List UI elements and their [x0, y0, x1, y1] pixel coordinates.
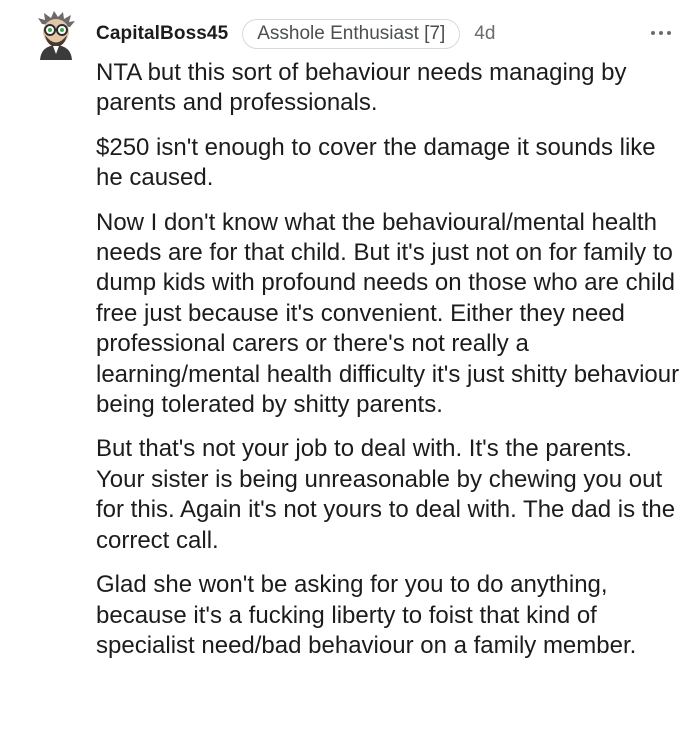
comment-body: NTA but this sort of behaviour needs man… — [96, 58, 686, 675]
avatar[interactable] — [32, 10, 80, 60]
more-options-icon — [659, 31, 663, 35]
comment-paragraph: Now I don't know what the behavioural/me… — [96, 208, 680, 419]
comment-paragraph: Glad she won't be asking for you to do a… — [96, 571, 637, 659]
comment-paragraph: $250 isn't enough to cover the damage it… — [96, 133, 656, 192]
comment-paragraph: But that's not your job to deal with. It… — [96, 435, 676, 554]
more-options-button[interactable] — [644, 20, 678, 46]
avatar-icon — [38, 11, 75, 60]
comment-paragraph: NTA but this sort of behaviour needs man… — [96, 59, 627, 117]
comment-header: CapitalBoss45 Asshole Enthusiast [7] 4d — [96, 18, 495, 50]
comment: CapitalBoss45 Asshole Enthusiast [7] 4d … — [0, 0, 700, 750]
more-options-icon — [651, 31, 655, 35]
username[interactable]: CapitalBoss45 — [96, 23, 228, 45]
timestamp[interactable]: 4d — [474, 23, 495, 45]
user-flair: Asshole Enthusiast [7] — [242, 19, 461, 49]
more-options-icon — [667, 31, 671, 35]
